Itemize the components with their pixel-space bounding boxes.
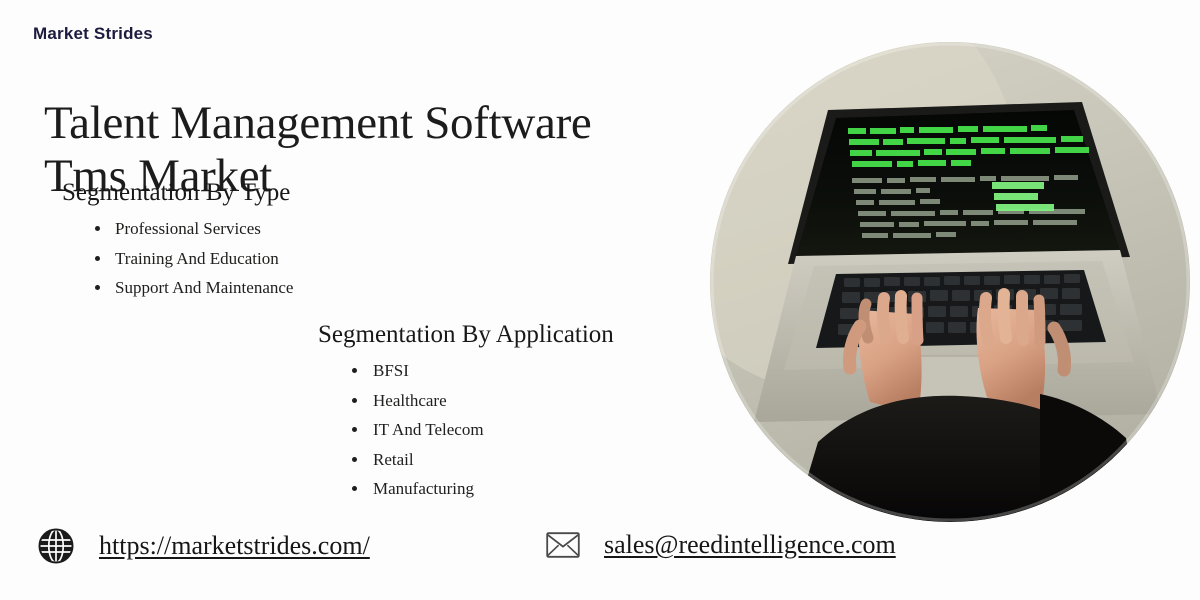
bullet-icon — [352, 397, 357, 403]
email-address[interactable]: sales@reedintelligence.com — [604, 530, 896, 560]
bullet-icon — [95, 255, 100, 261]
list-item: BFSI — [318, 356, 718, 386]
bullet-icon — [352, 368, 357, 373]
list-item-label: IT And Telecom — [373, 420, 484, 439]
list-item: IT And Telecom — [318, 415, 718, 445]
list-item: Retail — [318, 445, 718, 475]
segmentation-by-application-heading: Segmentation By Application — [318, 321, 614, 348]
segmentation-by-application-section: Segmentation By Application BFSI Healthc… — [318, 320, 718, 504]
report-banner: Market Strides Talent Management Softwar… — [0, 0, 1200, 600]
bullet-icon — [95, 285, 100, 290]
segmentation-by-type-heading: Segmentation By Type — [62, 179, 291, 206]
list-item: Training And Education — [62, 244, 482, 274]
hero-photo — [710, 42, 1190, 522]
segmentation-by-type-section: Segmentation By Type Professional Servic… — [62, 178, 482, 303]
bullet-icon — [352, 456, 357, 462]
website-link[interactable]: https://marketstrides.com/ — [38, 528, 370, 564]
list-item-label: Training And Education — [115, 248, 279, 268]
segmentation-by-type-list: Professional Services Training And Educa… — [62, 214, 482, 303]
email-link[interactable]: sales@reedintelligence.com — [546, 530, 896, 560]
list-item: Support And Maintenance — [62, 273, 482, 303]
website-url[interactable]: https://marketstrides.com/ — [99, 531, 370, 561]
bullet-icon — [352, 486, 357, 491]
bullet-icon — [95, 226, 100, 231]
globe-icon — [38, 528, 74, 564]
list-item-label: Healthcare — [373, 390, 447, 410]
list-item-label: BFSI — [373, 361, 409, 380]
page-title-line-1: Talent Management Software — [44, 97, 592, 150]
bullet-icon — [352, 427, 357, 432]
list-item: Professional Services — [62, 214, 482, 244]
list-item-label: Support And Maintenance — [115, 278, 294, 297]
segmentation-by-application-list: BFSI Healthcare IT And Telecom Retail Ma… — [318, 356, 718, 504]
list-item: Manufacturing — [318, 474, 718, 504]
list-item-label: Retail — [373, 449, 414, 469]
list-item-label: Manufacturing — [373, 479, 475, 498]
envelope-icon — [546, 532, 580, 558]
list-item: Healthcare — [318, 386, 718, 416]
list-item-label: Professional Services — [115, 219, 261, 238]
brand-logo: Market Strides — [33, 24, 153, 43]
